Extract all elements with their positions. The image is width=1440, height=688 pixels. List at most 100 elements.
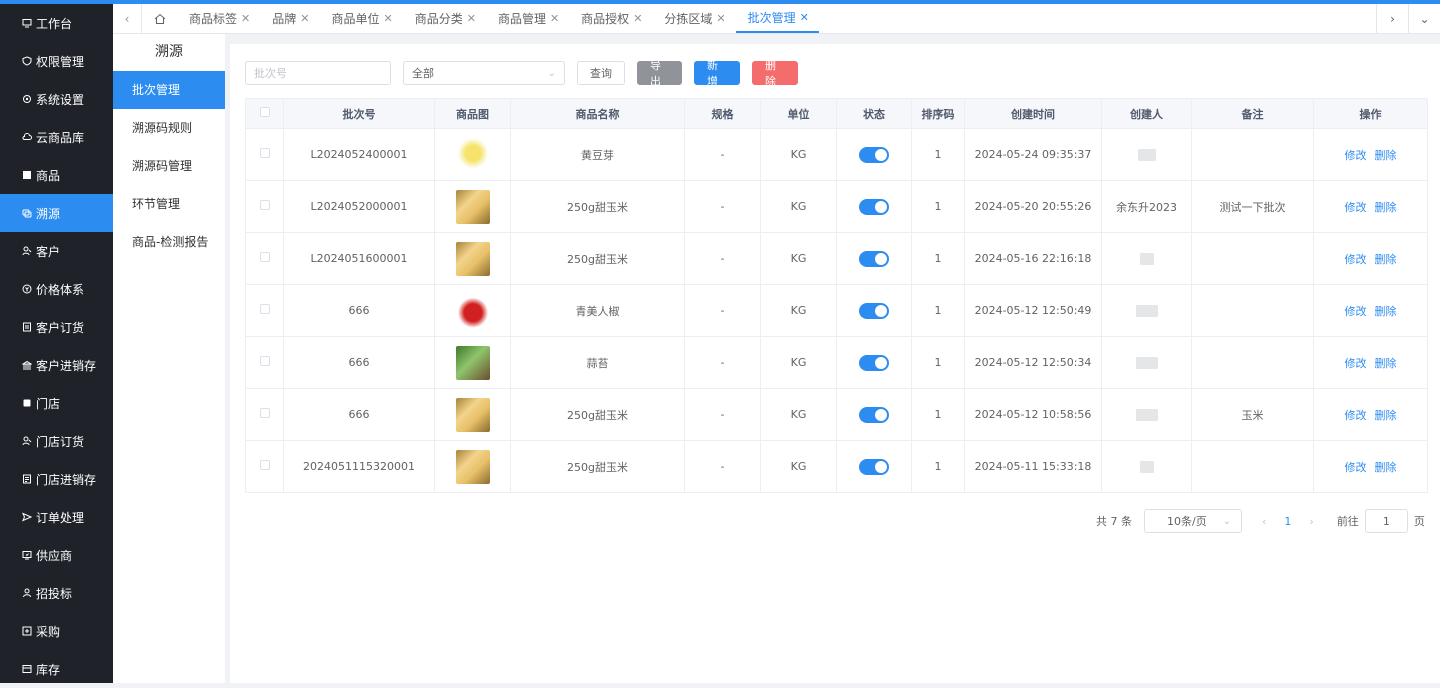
- secondary-menu: 溯源 批次管理 溯源码规则 溯源码管理 环节管理 商品-检测报告: [113, 34, 225, 683]
- close-icon[interactable]: ✕: [300, 12, 309, 25]
- tab[interactable]: 批次管理 ✕: [735, 4, 819, 33]
- status-toggle[interactable]: [859, 458, 889, 475]
- delete-link[interactable]: 删除: [1375, 149, 1397, 162]
- select-all-checkbox[interactable]: [259, 107, 270, 117]
- status-toggle[interactable]: [859, 302, 889, 319]
- row-checkbox-cell: [245, 336, 284, 389]
- add-button[interactable]: 新增: [694, 59, 740, 88]
- note: 玉米: [1191, 388, 1314, 441]
- edit-link[interactable]: 修改: [1345, 461, 1367, 474]
- edit-link[interactable]: 修改: [1345, 149, 1367, 162]
- delete-link[interactable]: 删除: [1375, 253, 1397, 266]
- tab-scroll-right-icon[interactable]: ›: [1376, 4, 1408, 33]
- query-button[interactable]: 查询: [577, 61, 625, 85]
- prev-page-icon[interactable]: ‹: [1262, 515, 1266, 528]
- sidebar-item[interactable]: 库存: [0, 650, 113, 688]
- sidebar-item[interactable]: 权限管理: [0, 42, 113, 80]
- batch-number-input[interactable]: 批次号: [245, 61, 391, 85]
- delete-link[interactable]: 删除: [1375, 305, 1397, 318]
- row-checkbox[interactable]: [259, 460, 270, 470]
- status-toggle[interactable]: [859, 406, 889, 423]
- next-page-icon[interactable]: ›: [1309, 515, 1313, 528]
- close-icon[interactable]: ✕: [716, 12, 725, 25]
- row-checkbox[interactable]: [259, 304, 270, 314]
- export-button[interactable]: 导出: [637, 59, 682, 88]
- delete-button[interactable]: 删除: [752, 59, 798, 88]
- close-icon[interactable]: ✕: [800, 11, 809, 24]
- close-icon[interactable]: ✕: [467, 12, 476, 25]
- home-icon[interactable]: [142, 4, 177, 33]
- sidebar-item[interactable]: 门店订货: [0, 422, 113, 460]
- tab[interactable]: 商品管理 ✕: [486, 4, 569, 33]
- edit-link[interactable]: 修改: [1345, 305, 1367, 318]
- edit-link[interactable]: 修改: [1345, 201, 1367, 214]
- submenu-item[interactable]: 商品-检测报告: [113, 223, 225, 261]
- person-icon: [22, 588, 32, 598]
- main-content: 批次号 全部 ⌄ 查询 导出 新增 删除 批次号 商品图 商品名称 规格 单位 状态 排序码…: [230, 44, 1440, 683]
- edit-link[interactable]: 修改: [1345, 357, 1367, 370]
- sidebar-item[interactable]: 系统设置: [0, 80, 113, 118]
- sidebar-item[interactable]: 门店进销存: [0, 460, 113, 498]
- status-toggle[interactable]: [859, 198, 889, 215]
- close-icon[interactable]: ✕: [633, 12, 642, 25]
- edit-link[interactable]: 修改: [1345, 253, 1367, 266]
- sidebar-item[interactable]: 工作台: [0, 4, 113, 42]
- product-image[interactable]: [455, 397, 490, 432]
- tab-scroll-left-icon[interactable]: ‹: [113, 4, 142, 33]
- column-header: 备注: [1191, 98, 1314, 129]
- delete-link[interactable]: 删除: [1375, 461, 1397, 474]
- row-checkbox[interactable]: [259, 408, 270, 418]
- tab[interactable]: 商品单位 ✕: [319, 4, 402, 33]
- close-icon[interactable]: ✕: [550, 12, 559, 25]
- edit-link[interactable]: 修改: [1345, 409, 1367, 422]
- sidebar-item[interactable]: 客户订货: [0, 308, 113, 346]
- sidebar-item[interactable]: 供应商: [0, 536, 113, 574]
- sidebar-item[interactable]: 采购: [0, 612, 113, 650]
- sidebar-item[interactable]: 商品: [0, 156, 113, 194]
- sidebar-item[interactable]: 云商品库: [0, 118, 113, 156]
- tab[interactable]: 商品授权 ✕: [569, 4, 652, 33]
- status-toggle[interactable]: [859, 250, 889, 267]
- row-checkbox[interactable]: [259, 148, 270, 158]
- submenu-item[interactable]: 批次管理: [113, 71, 225, 109]
- delete-link[interactable]: 删除: [1375, 357, 1397, 370]
- sidebar-item[interactable]: 招投标: [0, 574, 113, 612]
- tab[interactable]: 商品标签 ✕: [177, 4, 260, 33]
- column-header: 创建人: [1101, 98, 1192, 129]
- product-image[interactable]: [455, 189, 490, 224]
- table-row: 666 青美人椒 - KG 1 2024-05-12 12:50:49 修改 删除: [245, 284, 1428, 337]
- sidebar-item[interactable]: 价格体系: [0, 270, 113, 308]
- product-image[interactable]: [455, 449, 490, 484]
- submenu-item[interactable]: 环节管理: [113, 185, 225, 223]
- row-checkbox[interactable]: [259, 252, 270, 262]
- sidebar-item[interactable]: 客户进销存: [0, 346, 113, 384]
- creator-cell: [1101, 232, 1192, 285]
- tab-menu-chevron-icon[interactable]: ⌄: [1408, 4, 1440, 33]
- product-image[interactable]: [455, 293, 490, 328]
- page-number[interactable]: 1: [1284, 515, 1291, 528]
- product-image[interactable]: [455, 137, 490, 172]
- submenu-item[interactable]: 溯源码规则: [113, 109, 225, 147]
- sidebar-item[interactable]: 客户: [0, 232, 113, 270]
- delete-link[interactable]: 删除: [1375, 409, 1397, 422]
- delete-link[interactable]: 删除: [1375, 201, 1397, 214]
- page-size-select[interactable]: 10条/页 ⌄: [1144, 509, 1242, 533]
- row-checkbox[interactable]: [259, 200, 270, 210]
- tab[interactable]: 商品分类 ✕: [403, 4, 486, 33]
- chevron-down-icon: ⌄: [1222, 515, 1231, 527]
- row-checkbox[interactable]: [259, 356, 270, 366]
- status-select[interactable]: 全部 ⌄: [403, 61, 565, 85]
- sidebar-item[interactable]: 门店: [0, 384, 113, 422]
- goto-page-input[interactable]: 1: [1364, 509, 1408, 533]
- product-image[interactable]: [455, 345, 490, 380]
- sidebar-item[interactable]: 订单处理: [0, 498, 113, 536]
- sidebar-item[interactable]: 溯源: [0, 194, 113, 232]
- tab[interactable]: 分拣区域 ✕: [652, 4, 735, 33]
- status-toggle[interactable]: [859, 354, 889, 371]
- product-image[interactable]: [455, 241, 490, 276]
- tab[interactable]: 品牌 ✕: [260, 4, 319, 33]
- submenu-item[interactable]: 溯源码管理: [113, 147, 225, 185]
- status-toggle[interactable]: [859, 146, 889, 163]
- close-icon[interactable]: ✕: [241, 12, 250, 25]
- close-icon[interactable]: ✕: [383, 12, 392, 25]
